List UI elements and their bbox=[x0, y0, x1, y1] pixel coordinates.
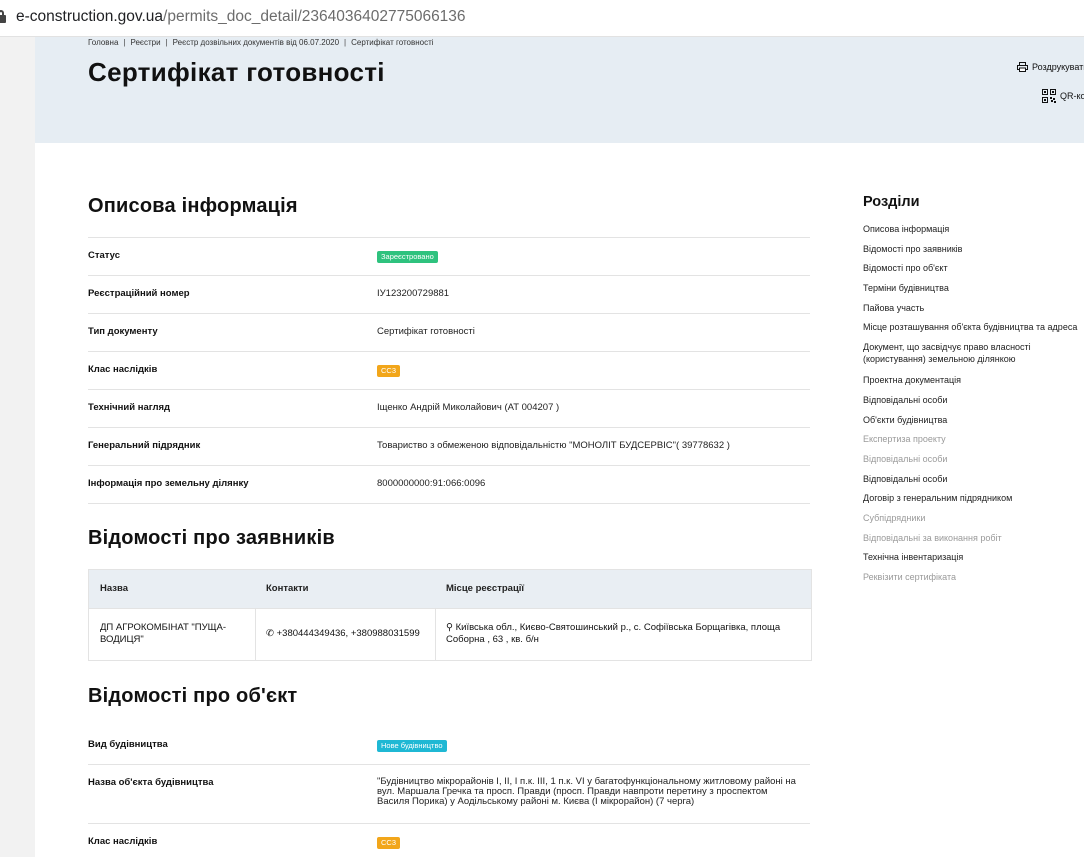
table-header: Назва Контакти Місце реєстрації bbox=[89, 570, 811, 608]
status-badge: Зареєстровано bbox=[377, 251, 438, 263]
info-row-general-contractor: Генеральний підрядник Товариство з обмеже… bbox=[88, 427, 810, 465]
table-row: ДП АГРОКОМБІНАТ "ПУЩА-ВОДИЦЯ" ✆ +3804443… bbox=[89, 608, 811, 660]
qr-code-button[interactable]: QR-код bbox=[1042, 89, 1084, 103]
section-heading-applicants: Відомості про заявників bbox=[88, 527, 335, 549]
info-value: ІУ123200729881 bbox=[377, 288, 450, 299]
left-gutter bbox=[0, 37, 35, 857]
sections-nav-item[interactable]: Реквізити сертифіката bbox=[863, 571, 1084, 591]
breadcrumb-item-current: Сертифікат готовності bbox=[351, 38, 434, 47]
section-heading-object: Відомості про об'єкт bbox=[88, 685, 298, 707]
sections-nav-item[interactable]: Проектна документація bbox=[863, 374, 1084, 394]
sections-nav: Розділи Описова інформація Відомості про … bbox=[863, 194, 1084, 591]
section-heading-description: Описова інформація bbox=[88, 195, 298, 217]
column-header-place: Місце реєстрації bbox=[446, 583, 525, 594]
info-label: Статус bbox=[88, 250, 121, 261]
sections-nav-item[interactable]: Технічна інвентаризація bbox=[863, 551, 1084, 571]
page-title: Сертифікат готовності bbox=[88, 57, 385, 87]
applicant-place: ⚲ Київська обл., Києво-Святошинський р.,… bbox=[446, 622, 796, 646]
info-value: "Будівництво мікрорайонів І, ІІ, І п.к. … bbox=[377, 776, 796, 807]
applicant-name: ДП АГРОКОМБІНАТ "ПУЩА-ВОДИЦЯ" bbox=[100, 622, 227, 645]
class-badge: СС3 bbox=[377, 837, 401, 849]
column-header-name: Назва bbox=[100, 583, 128, 594]
url-domain: e-construction.gov.ua bbox=[16, 8, 164, 25]
sections-nav-item[interactable]: Субпідрядники bbox=[863, 512, 1084, 532]
sections-nav-item[interactable]: Описова інформація bbox=[863, 223, 1084, 243]
info-label: Технічний нагляд bbox=[88, 402, 171, 413]
breadcrumb-item-registries[interactable]: Реєстри bbox=[130, 38, 160, 47]
info-label: Генеральний підрядник bbox=[88, 440, 201, 451]
sections-nav-item[interactable]: Об'єкти будівництва bbox=[863, 414, 1084, 434]
place-value: Київська обл., Києво-Святошинський р., с… bbox=[446, 622, 781, 645]
info-row-construction-type: Вид будівництва Нове будівництво bbox=[88, 727, 810, 764]
qr-code-icon bbox=[1042, 89, 1056, 103]
breadcrumb-item-registry[interactable]: Реєстр дозвільних документів від 06.07.2… bbox=[173, 38, 339, 47]
info-label: Назва об'єкта будівництва bbox=[88, 777, 214, 788]
info-row-doc-type: Тип документу Сертифікат готовності bbox=[88, 313, 810, 351]
info-row-consequence-class: Клас наслідків СС3 bbox=[88, 351, 810, 389]
info-row-reg-number: Реєстраційний номер ІУ123200729881 bbox=[88, 275, 810, 313]
info-row-status: Статус Зареєстровано bbox=[88, 237, 810, 275]
sections-nav-item[interactable]: Пайова участь bbox=[863, 302, 1084, 322]
sections-nav-item[interactable]: Відомості про об'єкт bbox=[863, 262, 1084, 282]
breadcrumb: Головна | Реєстри | Реєстр дозвільних докуме… bbox=[88, 38, 434, 47]
sections-nav-item[interactable]: Відповідальні особи bbox=[863, 394, 1084, 414]
breadcrumb-item-home[interactable]: Головна bbox=[88, 38, 118, 47]
qr-code-label: QR-код bbox=[1060, 91, 1084, 101]
class-badge: СС3 bbox=[377, 365, 401, 377]
info-label: Клас наслідків bbox=[88, 836, 158, 847]
object-list: Вид будівництва Нове будівництво Назва об… bbox=[88, 727, 810, 857]
print-label: Роздрукувати bbox=[1032, 62, 1084, 72]
info-value: Сертифікат готовності bbox=[377, 326, 475, 337]
page-content: Головна | Реєстри | Реєстр дозвільних докуме… bbox=[35, 37, 1084, 857]
contacts-value: +380444349436, +380988031599 bbox=[276, 628, 420, 639]
info-label: Клас наслідків bbox=[88, 364, 158, 375]
applicants-table: Назва Контакти Місце реєстрації ДП АГРОК… bbox=[88, 569, 812, 661]
sections-nav-item[interactable]: Відповідальні особи bbox=[863, 473, 1084, 493]
sections-nav-item[interactable]: Експертиза проекту bbox=[863, 433, 1084, 453]
description-list: Статус Зареєстровано Реєстраційний номер І… bbox=[88, 237, 810, 504]
url-path: /permits_doc_detail/2364036402775066136 bbox=[163, 8, 466, 25]
info-row-object-name: Назва об'єкта будівництва "Будівництво мі… bbox=[88, 764, 810, 823]
info-label: Вид будівництва bbox=[88, 739, 168, 750]
applicant-contacts: ✆ +380444349436, +380988031599 bbox=[266, 628, 420, 639]
printer-icon bbox=[1017, 62, 1028, 72]
sections-nav-item[interactable]: Відомості про заявників bbox=[863, 243, 1084, 263]
column-header-contacts: Контакти bbox=[266, 583, 309, 594]
info-value: Іщенко Андрій Миколайович (АТ 004207 ) bbox=[377, 402, 560, 413]
browser-address-bar[interactable]: e-construction.gov.ua/permits_doc_detail… bbox=[0, 0, 1084, 37]
info-value: 8000000000:91:066:0096 bbox=[377, 478, 486, 489]
url-text[interactable]: e-construction.gov.ua/permits_doc_detail… bbox=[16, 8, 466, 26]
sections-nav-item[interactable]: Терміни будівництва bbox=[863, 282, 1084, 302]
sections-nav-item[interactable]: Документ, що засвідчує право власності (… bbox=[863, 341, 1073, 374]
sections-nav-item[interactable]: Місце розташування об'єкта будівництва т… bbox=[863, 321, 1084, 341]
info-label: Інформація про земельну ділянку bbox=[88, 478, 249, 489]
sections-nav-item[interactable]: Відповідальні особи bbox=[863, 453, 1084, 473]
construction-type-badge: Нове будівництво bbox=[377, 740, 447, 752]
info-value: Товариство з обмеженою відповідальністю … bbox=[377, 440, 730, 451]
lock-icon bbox=[0, 10, 6, 23]
info-row-object-class: Клас наслідків СС3 bbox=[88, 823, 810, 857]
sections-nav-item[interactable]: Відповідальні за виконання робіт bbox=[863, 532, 1084, 552]
info-row-tech-supervision: Технічний нагляд Іщенко Андрій Миколайови… bbox=[88, 389, 810, 427]
map-pin-icon: ⚲ bbox=[446, 622, 456, 633]
info-row-land-plot: Інформація про земельну ділянку 800000000… bbox=[88, 465, 810, 504]
page-header: Головна | Реєстри | Реєстр дозвільних докуме… bbox=[35, 37, 1084, 143]
info-label: Тип документу bbox=[88, 326, 158, 337]
sections-heading: Розділи bbox=[863, 194, 920, 210]
print-button[interactable]: Роздрукувати bbox=[1017, 62, 1084, 72]
sections-nav-item[interactable]: Договір з генеральним підрядником bbox=[863, 492, 1084, 512]
phone-icon: ✆ bbox=[266, 628, 277, 639]
info-label: Реєстраційний номер bbox=[88, 288, 190, 299]
